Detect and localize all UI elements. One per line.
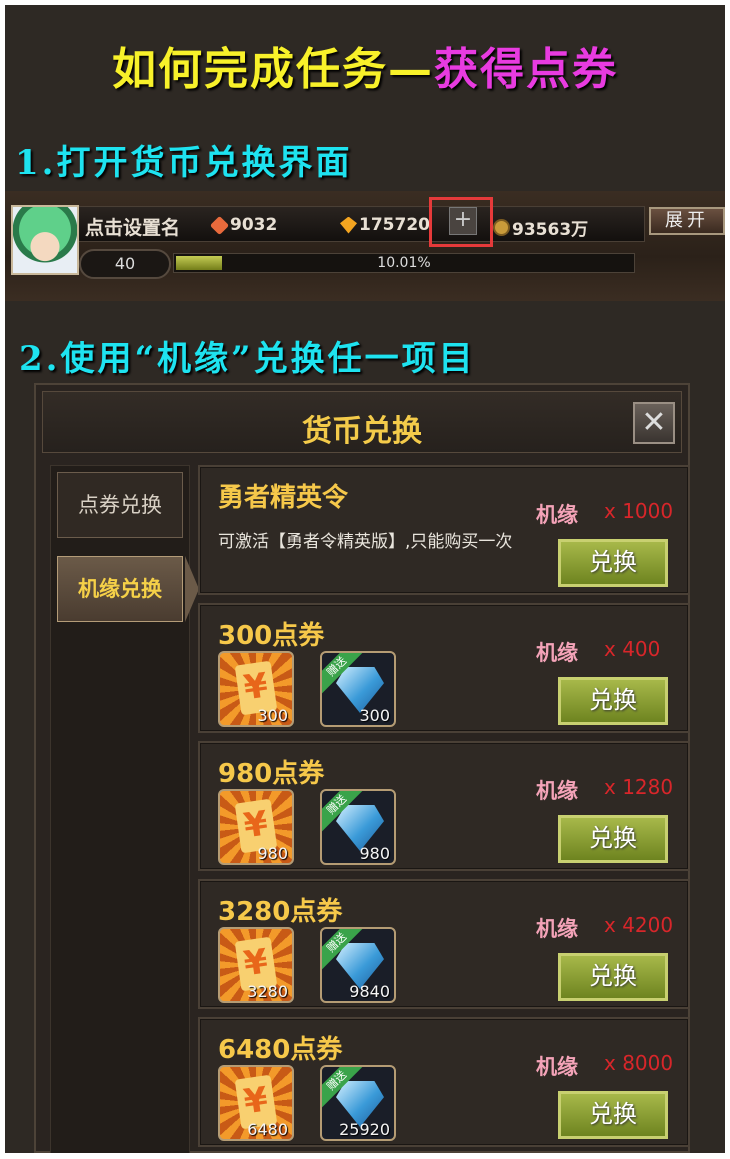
card-title: 6480点券 <box>218 1035 343 1065</box>
coupon-item[interactable]: ¥ 300 <box>218 651 294 727</box>
page-heading: 如何完成任务—获得点券 <box>5 33 725 97</box>
gem-item[interactable]: 赠送 980 <box>320 789 396 865</box>
exchange-card-980: 980点券 ¥ 980 赠送 980 机缘 x 1280 兑换 <box>198 741 690 871</box>
cost-name: 机缘 <box>536 1055 578 1079</box>
coupon-item[interactable]: ¥ 6480 <box>218 1065 294 1141</box>
tab-fortune-exchange[interactable]: 机缘兑换 <box>57 556 183 622</box>
coupon-count: 3280 <box>247 982 288 1001</box>
currency2-value: 175720 <box>359 215 430 235</box>
expand-button[interactable]: 展开 <box>649 207 725 235</box>
exchange-card-300: 300点券 ¥ 300 赠送 300 机缘 x 400 兑换 <box>198 603 690 733</box>
tab-coupon-exchange[interactable]: 点券兑换 <box>57 472 183 538</box>
player-name[interactable]: 点击设置名 <box>85 213 180 240</box>
step1-label: 1.打开货币兑换界面 <box>15 143 353 183</box>
gem-count: 25920 <box>339 1120 390 1139</box>
coupon-count: 980 <box>257 844 288 863</box>
exchange-button[interactable]: 兑换 <box>558 677 668 725</box>
gem-count: 9840 <box>349 982 390 1001</box>
gem-item[interactable]: 赠送 300 <box>320 651 396 727</box>
card-title: 980点券 <box>218 759 325 789</box>
card-title: 勇者精英令 <box>218 483 349 513</box>
card-title: 300点券 <box>218 621 325 651</box>
exchange-card-6480: 6480点券 ¥ 6480 赠送 25920 机缘 x 8000 兑换 <box>198 1017 690 1147</box>
xp-bar: 10.01% <box>173 253 635 273</box>
panel-title: 货币兑换 <box>302 414 422 449</box>
card-title: 3280点券 <box>218 897 343 927</box>
heading-part2: 获得点券 <box>434 44 618 95</box>
currency-gem-red: 9032 <box>209 215 278 235</box>
tutorial-frame: 如何完成任务—获得点券 1.打开货币兑换界面 点击设置名 9032 175720… <box>5 5 725 1153</box>
close-button[interactable]: ✕ <box>633 402 675 444</box>
avatar[interactable] <box>11 205 79 275</box>
exchange-sidebar: 点券兑换 机缘兑换 <box>50 465 199 1153</box>
currency1-value: 9032 <box>230 215 278 235</box>
cost-name: 机缘 <box>536 641 578 665</box>
exchange-button[interactable]: 兑换 <box>558 815 668 863</box>
card-description: 可激活【勇者令精英版】,只能购买一次 <box>218 532 513 552</box>
highlight-box <box>429 197 493 247</box>
currency-exchange-panel: 货币兑换 ✕ 点券兑换 机缘兑换 勇者精英令 可激活【勇者令精英版】,只能购买一… <box>34 383 690 1153</box>
cost-name: 机缘 <box>536 503 578 527</box>
step2-label: 2.使用“机缘”兑换任一项目 <box>19 339 476 379</box>
gem-item[interactable]: 赠送 25920 <box>320 1065 396 1141</box>
cost-quantity: x 8000 <box>604 1051 674 1075</box>
exchange-card-hero-token: 勇者精英令 可激活【勇者令精英版】,只能购买一次 机缘 x 1000 兑换 <box>198 465 690 595</box>
currency-gold: 93563万 <box>493 215 588 240</box>
exchange-button[interactable]: 兑换 <box>558 539 668 587</box>
xp-percent: 10.01% <box>377 255 431 271</box>
player-status-bar: 点击设置名 9032 175720 + 93563万 展开 40 10.01% <box>5 191 725 301</box>
cost-quantity: x 4200 <box>604 913 674 937</box>
coupon-count: 300 <box>257 706 288 725</box>
cost-quantity: x 400 <box>604 637 661 661</box>
active-tab-arrow <box>185 556 199 622</box>
coupon-item[interactable]: ¥ 980 <box>218 789 294 865</box>
currency-diamond: 175720 <box>340 215 430 235</box>
cost-quantity: x 1000 <box>604 499 674 523</box>
level-badge: 40 <box>79 249 171 279</box>
diamond-icon <box>340 216 357 234</box>
exchange-button[interactable]: 兑换 <box>558 953 668 1001</box>
currency3-value: 93563万 <box>512 220 589 240</box>
coupon-count: 6480 <box>247 1120 288 1139</box>
gem-count: 980 <box>359 844 390 863</box>
gold-coin-icon <box>493 219 510 236</box>
gem-item[interactable]: 赠送 9840 <box>320 927 396 1003</box>
gem-count: 300 <box>359 706 390 725</box>
heading-part1: 如何完成任务— <box>112 44 434 95</box>
panel-header: 货币兑换 ✕ <box>42 391 682 453</box>
cost-quantity: x 1280 <box>604 775 674 799</box>
exchange-card-3280: 3280点券 ¥ 3280 赠送 9840 机缘 x 4200 兑换 <box>198 879 690 1009</box>
cost-name: 机缘 <box>536 917 578 941</box>
red-gem-icon <box>209 215 230 235</box>
cost-name: 机缘 <box>536 779 578 803</box>
exchange-button[interactable]: 兑换 <box>558 1091 668 1139</box>
coupon-item[interactable]: ¥ 3280 <box>218 927 294 1003</box>
